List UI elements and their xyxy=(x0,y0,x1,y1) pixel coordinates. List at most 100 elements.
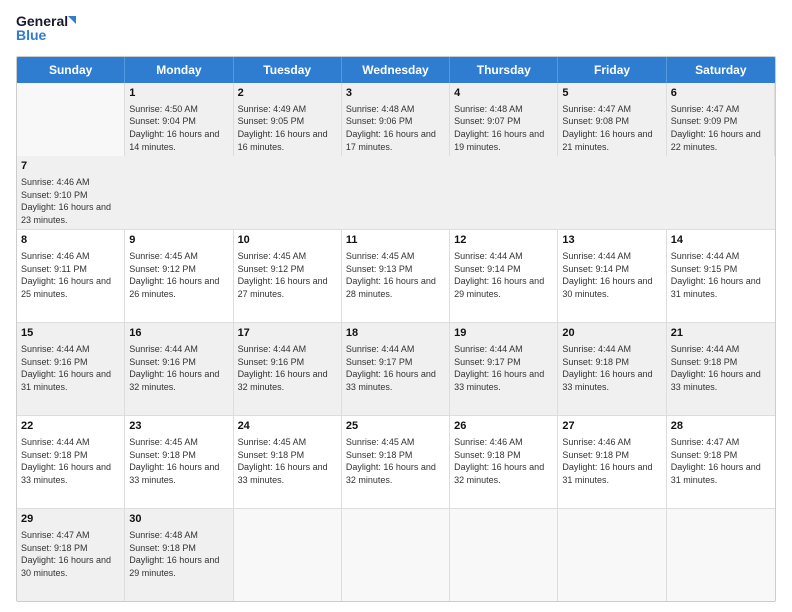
cal-cell-r2-c0: 15Sunrise: 4:44 AM Sunset: 9:16 PM Dayli… xyxy=(17,323,125,415)
day-number: 21 xyxy=(671,326,771,341)
calendar-row-1: 8 Sunrise: 4:46 AM Sunset: 9:11 PM Daylig… xyxy=(17,230,775,323)
day-number: 7 xyxy=(21,159,121,174)
day-number: 30 xyxy=(129,512,228,527)
cal-cell-r2-c2: 17 Sunrise: 4:44 AM Sunset: 9:16 PM Dayli… xyxy=(234,323,342,415)
cell-info: Sunrise: 4:45 AM Sunset: 9:18 PM Dayligh… xyxy=(238,436,337,486)
cal-cell-r2-c4: 19 Sunrise: 4:44 AM Sunset: 9:17 PM Dayli… xyxy=(450,323,558,415)
calendar-row-0: 1 Sunrise: 4:50 AM Sunset: 9:04 PM Daylig… xyxy=(17,83,775,230)
cell-info: Sunrise: 4:44 AM Sunset: 9:14 PM Dayligh… xyxy=(562,250,661,300)
cell-info: Sunrise: 4:47 AM Sunset: 9:08 PM Dayligh… xyxy=(562,103,661,153)
day-number: 5 xyxy=(562,86,661,101)
calendar-body: 1 Sunrise: 4:50 AM Sunset: 9:04 PM Daylig… xyxy=(17,83,775,601)
header-cell-wednesday: Wednesday xyxy=(342,57,450,83)
day-number: 1 xyxy=(129,86,228,101)
cell-info: Sunrise: 4:49 AM Sunset: 9:05 PM Dayligh… xyxy=(238,103,337,153)
day-number: 9 xyxy=(129,233,228,248)
cal-cell-r0-c4: 4Sunrise: 4:48 AM Sunset: 9:07 PM Daylig… xyxy=(450,83,558,156)
cell-info: Sunrise: 4:48 AM Sunset: 9:18 PM Dayligh… xyxy=(129,529,228,579)
cal-cell-r0-c6: 6Sunrise: 4:47 AM Sunset: 9:09 PM Daylig… xyxy=(667,83,775,156)
day-number: 14 xyxy=(671,233,771,248)
cell-info: Sunrise: 4:50 AM Sunset: 9:04 PM Dayligh… xyxy=(129,103,228,153)
day-number: 24 xyxy=(238,419,337,434)
cell-info: Sunrise: 4:45 AM Sunset: 9:18 PM Dayligh… xyxy=(129,436,228,486)
cal-cell-r0-c7: 7 Sunrise: 4:46 AM Sunset: 9:10 PM Daylig… xyxy=(17,156,125,229)
cell-info: Sunrise: 4:44 AM Sunset: 9:18 PM Dayligh… xyxy=(21,436,120,486)
cell-info: Sunrise: 4:47 AM Sunset: 9:18 PM Dayligh… xyxy=(21,529,120,579)
cal-cell-r4-c3 xyxy=(342,509,450,601)
day-number: 25 xyxy=(346,419,445,434)
cell-info: Sunrise: 4:46 AM Sunset: 9:18 PM Dayligh… xyxy=(562,436,661,486)
cell-info: Sunrise: 4:44 AM Sunset: 9:15 PM Dayligh… xyxy=(671,250,771,300)
cal-cell-r3-c1: 23 Sunrise: 4:45 AM Sunset: 9:18 PM Dayli… xyxy=(125,416,233,508)
cell-info: Sunrise: 4:44 AM Sunset: 9:18 PM Dayligh… xyxy=(671,343,771,393)
calendar-header: SundayMondayTuesdayWednesdayThursdayFrid… xyxy=(17,57,775,83)
header-cell-friday: Friday xyxy=(558,57,666,83)
day-number: 17 xyxy=(238,326,337,341)
cal-cell-r1-c6: 14 Sunrise: 4:44 AM Sunset: 9:15 PM Dayli… xyxy=(667,230,775,322)
logo: General Blue xyxy=(16,12,76,48)
cal-cell-r1-c1: 9 Sunrise: 4:45 AM Sunset: 9:12 PM Daylig… xyxy=(125,230,233,322)
calendar: SundayMondayTuesdayWednesdayThursdayFrid… xyxy=(16,56,776,602)
cell-info: Sunrise: 4:45 AM Sunset: 9:13 PM Dayligh… xyxy=(346,250,445,300)
cell-info: Sunrise: 4:46 AM Sunset: 9:11 PM Dayligh… xyxy=(21,250,120,300)
cal-cell-r4-c5 xyxy=(558,509,666,601)
day-number: 16 xyxy=(129,326,228,341)
cell-info: Sunrise: 4:46 AM Sunset: 9:18 PM Dayligh… xyxy=(454,436,553,486)
cell-info: Sunrise: 4:44 AM Sunset: 9:18 PM Dayligh… xyxy=(562,343,661,393)
cal-cell-r1-c5: 13Sunrise: 4:44 AM Sunset: 9:14 PM Dayli… xyxy=(558,230,666,322)
calendar-row-2: 15Sunrise: 4:44 AM Sunset: 9:16 PM Dayli… xyxy=(17,323,775,416)
cell-info: Sunrise: 4:45 AM Sunset: 9:18 PM Dayligh… xyxy=(346,436,445,486)
cell-info: Sunrise: 4:45 AM Sunset: 9:12 PM Dayligh… xyxy=(129,250,228,300)
day-number: 26 xyxy=(454,419,553,434)
cal-cell-r1-c2: 10 Sunrise: 4:45 AM Sunset: 9:12 PM Dayli… xyxy=(234,230,342,322)
cell-info: Sunrise: 4:46 AM Sunset: 9:10 PM Dayligh… xyxy=(21,176,121,226)
header-cell-thursday: Thursday xyxy=(450,57,558,83)
cal-cell-r0-c3: 3 Sunrise: 4:48 AM Sunset: 9:06 PM Daylig… xyxy=(342,83,450,156)
cal-cell-r4-c1: 30 Sunrise: 4:48 AM Sunset: 9:18 PM Dayli… xyxy=(125,509,233,601)
day-number: 22 xyxy=(21,419,120,434)
logo-svg: General Blue xyxy=(16,12,76,48)
cell-info: Sunrise: 4:47 AM Sunset: 9:18 PM Dayligh… xyxy=(671,436,771,486)
day-number: 18 xyxy=(346,326,445,341)
svg-text:Blue: Blue xyxy=(16,27,47,43)
cal-cell-r3-c2: 24 Sunrise: 4:45 AM Sunset: 9:18 PM Dayli… xyxy=(234,416,342,508)
cal-cell-r2-c5: 20 Sunrise: 4:44 AM Sunset: 9:18 PM Dayli… xyxy=(558,323,666,415)
cal-cell-r2-c3: 18 Sunrise: 4:44 AM Sunset: 9:17 PM Dayli… xyxy=(342,323,450,415)
header-cell-saturday: Saturday xyxy=(667,57,775,83)
day-number: 8 xyxy=(21,233,120,248)
day-number: 28 xyxy=(671,419,771,434)
cell-info: Sunrise: 4:44 AM Sunset: 9:16 PM Dayligh… xyxy=(21,343,120,393)
cal-cell-r4-c4 xyxy=(450,509,558,601)
day-number: 2 xyxy=(238,86,337,101)
calendar-row-3: 22 Sunrise: 4:44 AM Sunset: 9:18 PM Dayli… xyxy=(17,416,775,509)
day-number: 11 xyxy=(346,233,445,248)
cal-cell-r0-c0 xyxy=(17,83,125,156)
cell-info: Sunrise: 4:44 AM Sunset: 9:16 PM Dayligh… xyxy=(238,343,337,393)
cell-info: Sunrise: 4:48 AM Sunset: 9:06 PM Dayligh… xyxy=(346,103,445,153)
cell-info: Sunrise: 4:44 AM Sunset: 9:17 PM Dayligh… xyxy=(454,343,553,393)
day-number: 27 xyxy=(562,419,661,434)
header-cell-tuesday: Tuesday xyxy=(234,57,342,83)
day-number: 20 xyxy=(562,326,661,341)
cal-cell-r3-c5: 27 Sunrise: 4:46 AM Sunset: 9:18 PM Dayli… xyxy=(558,416,666,508)
cell-info: Sunrise: 4:47 AM Sunset: 9:09 PM Dayligh… xyxy=(671,103,770,153)
page: General Blue SundayMondayTuesdayWednesda… xyxy=(0,0,792,612)
day-number: 12 xyxy=(454,233,553,248)
cal-cell-r1-c0: 8 Sunrise: 4:46 AM Sunset: 9:11 PM Daylig… xyxy=(17,230,125,322)
cal-cell-r2-c1: 16 Sunrise: 4:44 AM Sunset: 9:16 PM Dayli… xyxy=(125,323,233,415)
day-number: 19 xyxy=(454,326,553,341)
cell-info: Sunrise: 4:44 AM Sunset: 9:17 PM Dayligh… xyxy=(346,343,445,393)
cal-cell-r4-c6 xyxy=(667,509,775,601)
cell-info: Sunrise: 4:44 AM Sunset: 9:16 PM Dayligh… xyxy=(129,343,228,393)
cal-cell-r3-c6: 28 Sunrise: 4:47 AM Sunset: 9:18 PM Dayli… xyxy=(667,416,775,508)
day-number: 10 xyxy=(238,233,337,248)
header: General Blue xyxy=(16,12,776,48)
cal-cell-r0-c1: 1 Sunrise: 4:50 AM Sunset: 9:04 PM Daylig… xyxy=(125,83,233,156)
cal-cell-r4-c2 xyxy=(234,509,342,601)
cal-cell-r0-c2: 2 Sunrise: 4:49 AM Sunset: 9:05 PM Daylig… xyxy=(234,83,342,156)
cell-info: Sunrise: 4:45 AM Sunset: 9:12 PM Dayligh… xyxy=(238,250,337,300)
cell-info: Sunrise: 4:44 AM Sunset: 9:14 PM Dayligh… xyxy=(454,250,553,300)
day-number: 23 xyxy=(129,419,228,434)
day-number: 3 xyxy=(346,86,445,101)
cell-info: Sunrise: 4:48 AM Sunset: 9:07 PM Dayligh… xyxy=(454,103,553,153)
